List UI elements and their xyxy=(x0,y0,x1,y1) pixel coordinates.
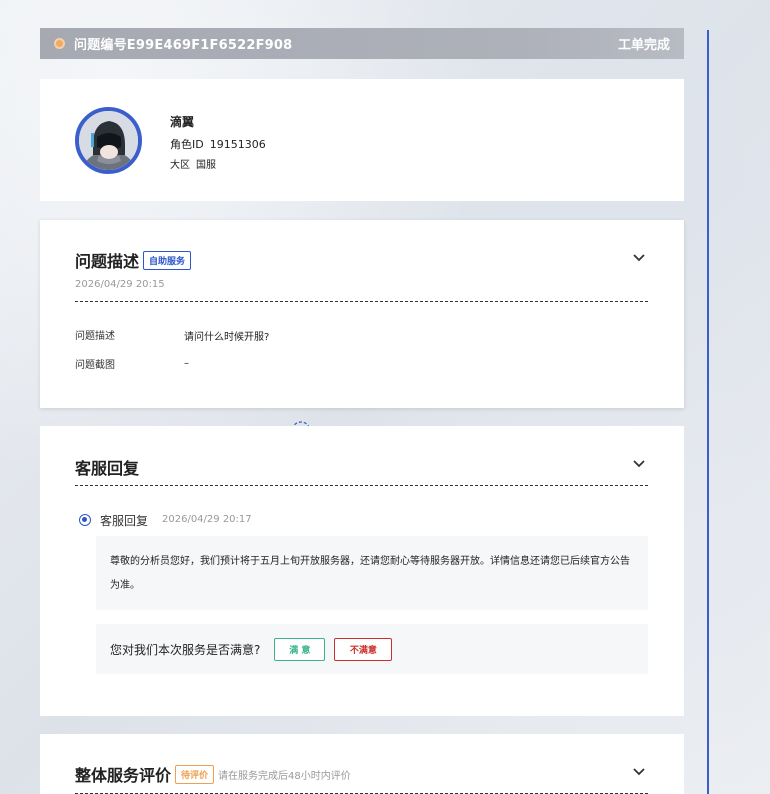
problem-title-row: 问题描述 自助服务 xyxy=(75,248,192,272)
timeline-line xyxy=(707,30,709,794)
reply-radio-icon xyxy=(79,514,91,526)
divider xyxy=(75,301,648,302)
overall-title: 整体服务评价 xyxy=(75,766,172,785)
problem-title: 问题描述 xyxy=(75,252,140,271)
role-id-row: 角色ID 19151306 xyxy=(170,136,272,152)
reply-title: 客服回复 xyxy=(75,459,140,478)
divider xyxy=(75,485,648,486)
desc-label: 问题描述 xyxy=(75,331,115,342)
problem-date: 2026/04/29 20:15 xyxy=(75,279,165,290)
overall-title-row: 整体服务评价 待评价 请在服务完成后48小时内评价 xyxy=(75,762,351,786)
ticket-header: 问题编号E99E469F1F6522F908 工单完成 xyxy=(40,28,684,59)
avatar xyxy=(75,107,142,174)
role-id-value: 19151306 xyxy=(209,138,266,151)
profile-card: 滴翼 角色ID 19151306 大区 国服 xyxy=(40,79,684,201)
screenshot-label: 问题截图 xyxy=(75,360,115,371)
chevron-down-icon[interactable] xyxy=(632,251,646,265)
reply-message: 尊敬的分析员您好，我们预计将于五月上旬开放服务器，还请您耐心等待服务器开放。详情… xyxy=(96,536,648,610)
self-service-badge: 自助服务 xyxy=(143,251,192,270)
problem-card: 问题描述 自助服务 2026/04/29 20:15 问题描述 请问什么时候开服?… xyxy=(40,220,684,408)
overall-hint: 请在服务完成后48小时内评价 xyxy=(218,771,351,782)
status-dot-icon xyxy=(54,38,65,49)
region-row: 大区 国服 xyxy=(170,156,222,171)
desc-value: 请问什么时候开服? xyxy=(184,332,270,343)
pending-badge: 待评价 xyxy=(175,765,215,784)
rating-panel: 您对我们本次服务是否满意? 满 意 不满意 xyxy=(96,624,648,674)
rating-question: 您对我们本次服务是否满意? xyxy=(110,642,261,657)
chevron-down-icon[interactable] xyxy=(632,457,646,471)
reply-item-date: 2026/04/29 20:17 xyxy=(162,514,252,525)
role-id-label: 角色ID xyxy=(170,138,204,151)
avatar-character-icon xyxy=(79,111,138,170)
region-value: 国服 xyxy=(196,160,216,171)
chevron-down-icon[interactable] xyxy=(632,765,646,779)
overall-rating-card: 整体服务评价 待评价 请在服务完成后48小时内评价 xyxy=(40,734,684,794)
reply-item-label: 客服回复 xyxy=(100,514,149,528)
region-label: 大区 xyxy=(170,160,190,171)
satisfied-button[interactable]: 满 意 xyxy=(274,637,326,661)
ticket-number: 问题编号E99E469F1F6522F908 xyxy=(74,38,293,53)
reply-card: 客服回复 客服回复 2026/04/29 20:17 尊敬的分析员您好，我们预计… xyxy=(40,426,684,716)
unsatisfied-button[interactable]: 不满意 xyxy=(334,637,393,661)
ticket-status: 工单完成 xyxy=(617,38,670,53)
screenshot-value: – xyxy=(184,358,189,369)
player-name: 滴翼 xyxy=(170,115,195,129)
